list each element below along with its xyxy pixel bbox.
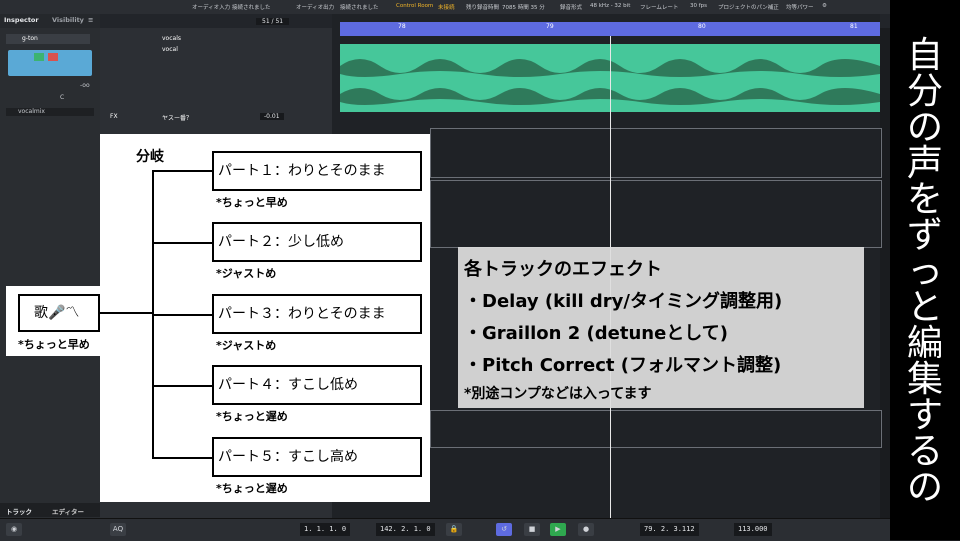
- status-audio-in-value: 接続されました: [232, 5, 271, 11]
- tempo-display[interactable]: 113.000: [734, 523, 772, 536]
- status-audio-out-label: オーディオ出力: [296, 5, 335, 11]
- effect-item-1: ・Delay (kill dry/タイミング調整用): [464, 291, 783, 312]
- status-rec-format-label: 録音形式: [560, 5, 583, 11]
- source-note: *ちょっと早め: [18, 338, 90, 351]
- folder-track-name[interactable]: vocals: [162, 35, 181, 42]
- effects-callout: 各トラックのエフェクト ・Delay (kill dry/タイミング調整用) ・…: [458, 247, 864, 408]
- caption-char: 自: [906, 35, 943, 76]
- effect-item-3: ・Pitch Correct (フォルマント調整): [464, 355, 782, 376]
- part-note-3: *ジャストめ: [216, 339, 277, 352]
- status-audio-in-label: オーディオ入力: [192, 5, 231, 11]
- daw-status-bar: オーディオ入力 接続されました オーディオ出力 接続されました Control …: [0, 0, 890, 15]
- aq-button[interactable]: AQ: [110, 523, 126, 536]
- record-button[interactable]: ●: [578, 523, 594, 536]
- read-button[interactable]: [34, 53, 44, 61]
- gear-icon[interactable]: ⚙: [822, 3, 827, 9]
- connector-line: [100, 312, 152, 314]
- caption-char: と: [906, 287, 943, 328]
- automation-lane[interactable]: [430, 410, 882, 448]
- effects-footnote: *別途コンプなどは入ってます: [464, 386, 652, 402]
- source-box: 歌🎤〽: [18, 294, 100, 332]
- fx-label: FX: [110, 113, 118, 120]
- tab-visibility[interactable]: Visibility: [52, 16, 84, 24]
- status-audio-out-value: 接続されました: [340, 5, 379, 11]
- inspector-route-label: vocalmix: [18, 108, 45, 115]
- record-mode-icon[interactable]: ◉: [6, 523, 22, 536]
- part-note-4: *ちょっと遅め: [216, 410, 288, 423]
- right-locator[interactable]: 142. 2. 1. 0: [376, 523, 435, 536]
- inspector-routing[interactable]: vocalmix: [6, 108, 94, 116]
- inspector-pan-value: C: [60, 94, 65, 101]
- inspector-volume-value: -oo: [80, 82, 90, 89]
- status-rec-time-value: 7085 時間 35 分: [502, 5, 545, 11]
- caption-char: る: [906, 431, 943, 472]
- inspector-track-name: g-ton: [22, 35, 38, 42]
- caption-char: 分: [906, 71, 943, 112]
- timeline-ruler[interactable]: 78 79 80 81: [340, 22, 880, 36]
- part-box-2: パート２：少し低め: [212, 222, 422, 262]
- caption-char: す: [906, 395, 943, 436]
- part-note-1: *ちょっと早め: [216, 196, 288, 209]
- caption-char: の: [906, 467, 943, 508]
- inspector-track-controls: [8, 50, 92, 76]
- connector-line: [152, 170, 214, 172]
- part-box-3: パート３：わりとそのまま: [212, 294, 422, 334]
- ruler-tick: 81: [850, 23, 858, 30]
- status-pan-label: プロジェクトのパン補正: [718, 5, 779, 11]
- effect-item-2: ・Graillon 2 (detuneとして): [464, 323, 728, 344]
- status-framerate-label: フレームレート: [640, 5, 679, 11]
- stop-button[interactable]: ■: [524, 523, 540, 536]
- status-rec-format-value: 48 kHz - 32 bit: [590, 3, 631, 9]
- cycle-button[interactable]: ↺: [496, 523, 512, 536]
- status-framerate-value: 30 fps: [690, 3, 708, 9]
- menu-icon[interactable]: ≡: [88, 16, 93, 24]
- write-button[interactable]: [48, 53, 58, 61]
- caption-char: の: [906, 107, 943, 148]
- part-note-2: *ジャストめ: [216, 267, 277, 280]
- status-pan-value: 均等パワー: [786, 5, 814, 11]
- fx-track-name[interactable]: ヤスー番？: [162, 113, 192, 122]
- play-button[interactable]: ▶: [550, 523, 566, 536]
- status-control-room[interactable]: Control Room: [396, 3, 433, 9]
- bottom-tabs: トラック エディター: [0, 503, 100, 517]
- caption-char: 声: [906, 143, 943, 184]
- position-display[interactable]: 79. 2. 3.112: [640, 523, 699, 536]
- inspector-tabs: Inspector Visibility ≡: [0, 14, 100, 28]
- caption-char: 編: [906, 323, 943, 364]
- status-control-room-value: 未接続: [438, 5, 455, 11]
- lock-icon[interactable]: 🔒: [446, 523, 462, 536]
- inspector-track-header[interactable]: g-ton: [6, 34, 90, 44]
- tab-track[interactable]: トラック: [6, 506, 32, 516]
- vertical-caption: 自 分 の 声 を ず っ と 編 集 す る の: [890, 0, 960, 540]
- status-rec-time-label: 残り録音時間: [466, 5, 500, 11]
- effects-heading: 各トラックのエフェクト: [464, 259, 662, 280]
- automation-lane[interactable]: [430, 128, 882, 178]
- branch-title: 分岐: [136, 149, 164, 165]
- connector-line: [152, 457, 214, 459]
- caption-char: を: [906, 179, 943, 220]
- caption-char: ず: [906, 215, 943, 256]
- connector-line: [152, 314, 214, 316]
- left-locator[interactable]: 1. 1. 1. 0: [300, 523, 351, 536]
- connector-line: [152, 242, 214, 244]
- ruler-tick: 78: [398, 23, 406, 30]
- ruler-tick: 79: [546, 23, 554, 30]
- caption-char: 集: [906, 359, 943, 400]
- tab-inspector[interactable]: Inspector: [4, 16, 39, 24]
- inspector-panel: g-ton -oo C vocalmix トラック エディター: [0, 28, 100, 518]
- automation-lane[interactable]: [430, 180, 882, 248]
- fx-track-value[interactable]: -0.01: [260, 113, 284, 120]
- tab-editor[interactable]: エディター: [52, 506, 84, 516]
- transport-bar: ◉ AQ 1. 1. 1. 0 142. 2. 1. 0 🔒 ↺ ■ ▶ ● 7…: [0, 518, 890, 541]
- part-box-4: パート４：すこし低め: [212, 365, 422, 405]
- part-box-1: パート１：わりとそのまま: [212, 151, 422, 191]
- part-box-5: パート５：すこし高め: [212, 437, 422, 477]
- ruler-tick: 80: [698, 23, 706, 30]
- track-counter: 51 / 51: [256, 18, 290, 25]
- connector-line: [152, 385, 214, 387]
- audio-track-name[interactable]: vocal: [162, 46, 178, 53]
- caption-char: っ: [906, 251, 943, 292]
- part-note-5: *ちょっと遅め: [216, 482, 288, 495]
